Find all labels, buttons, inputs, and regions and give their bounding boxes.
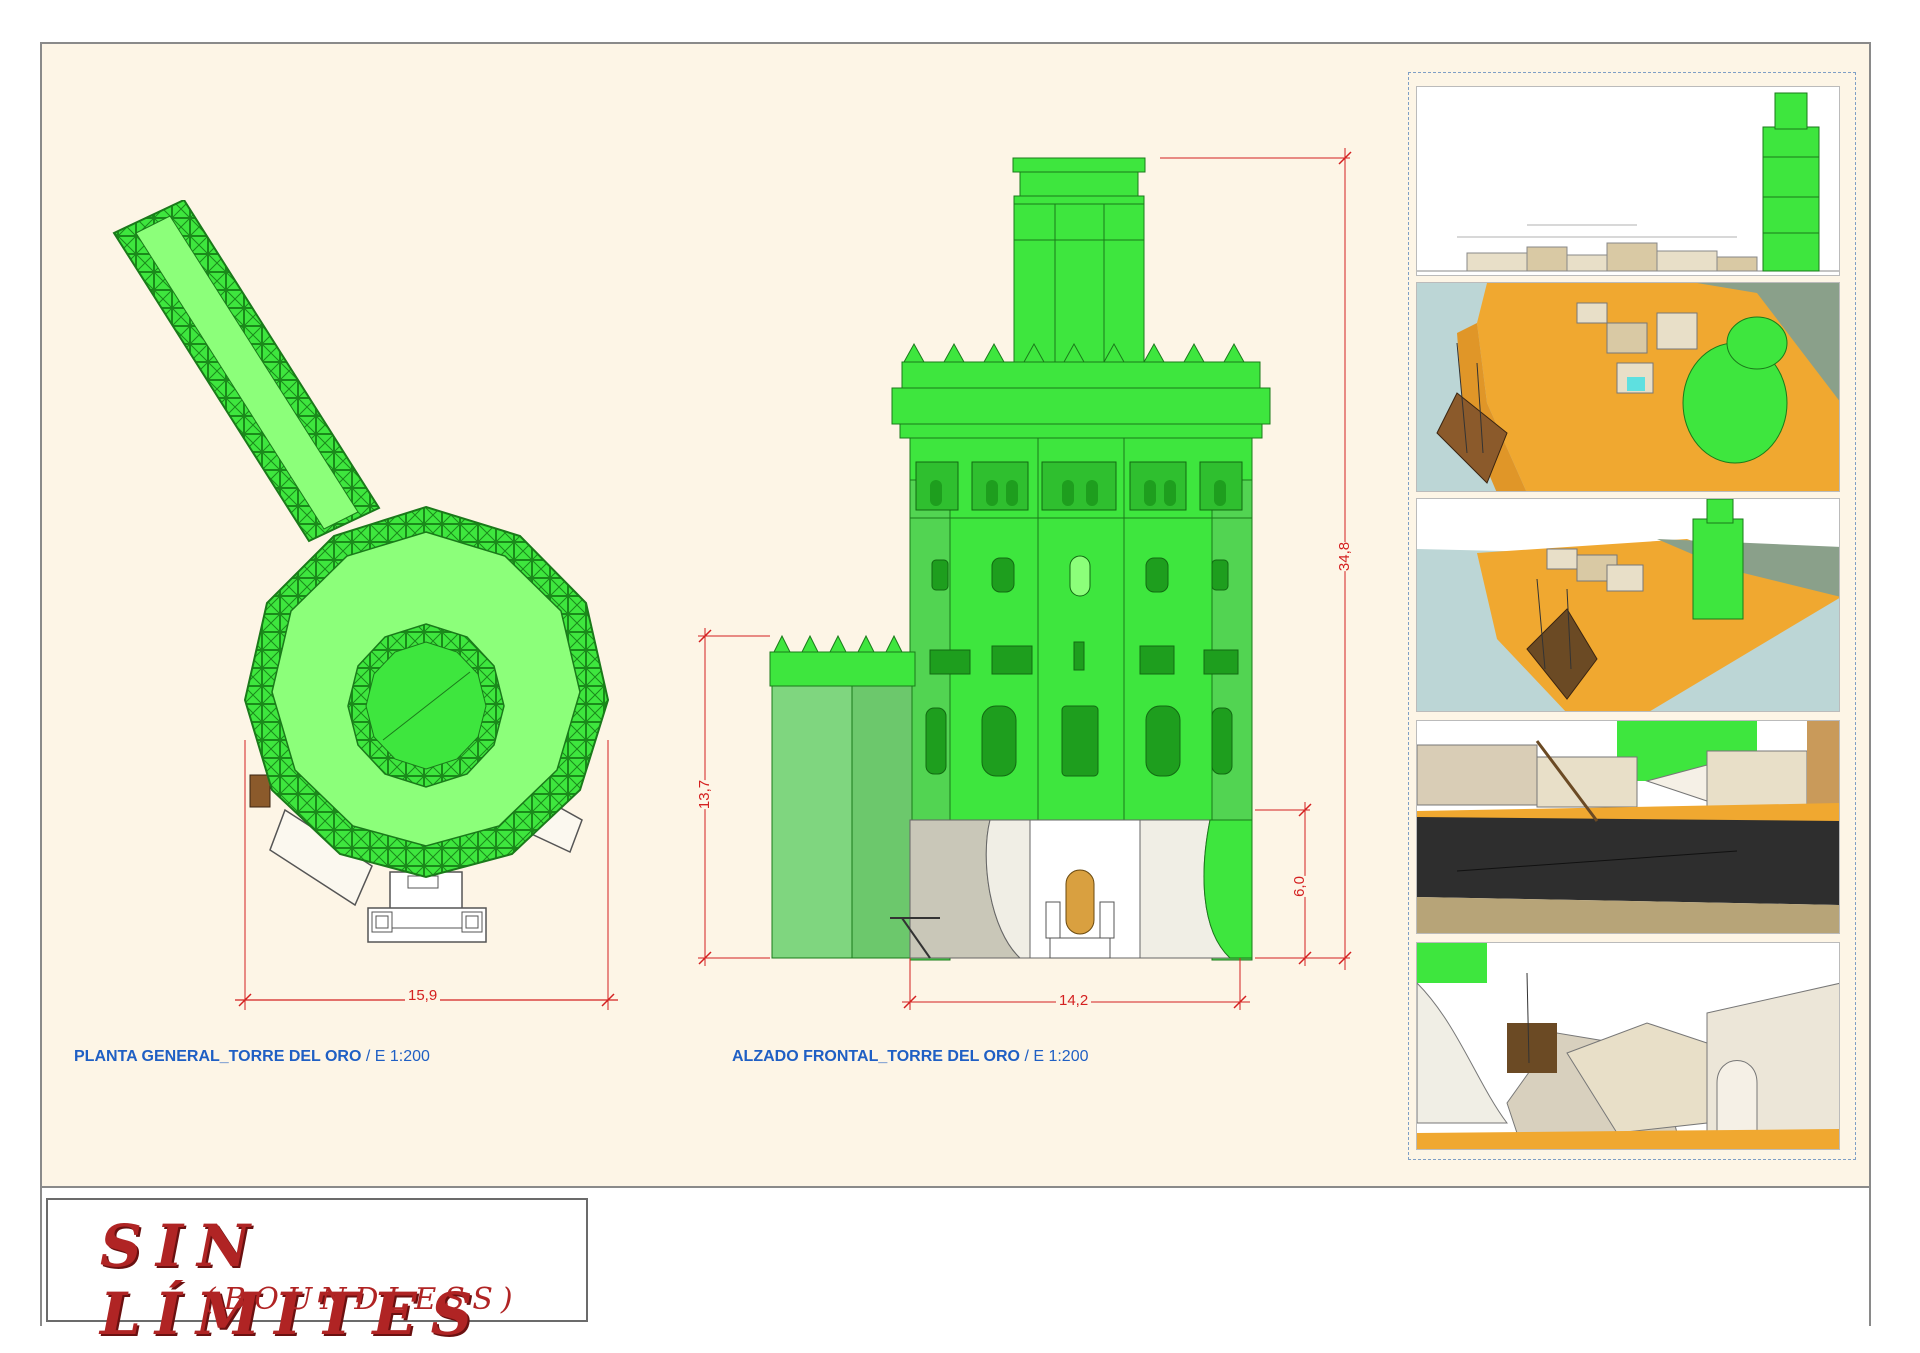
logo-subtitle: (BOUNDLESS): [204, 1282, 521, 1317]
plan-caption-scale: / E 1:200: [361, 1048, 430, 1065]
elevation-dim-width-label: 14,2: [1056, 992, 1092, 1009]
plan-wall-arm: [112, 200, 381, 543]
elevation-view-drawing: [698, 148, 1352, 1010]
plan-view-drawing: [112, 200, 618, 1010]
plan-caption: PLANTA GENERAL_TORRE DEL ORO / E 1:200: [74, 1048, 430, 1066]
elevation-caption-title: ALZADO FRONTAL_TORRE DEL ORO: [732, 1048, 1020, 1065]
logo-title: SIN LÍMITES: [100, 1212, 487, 1348]
render-thumbnail-3: [1416, 498, 1840, 712]
elevation-dim-base-label: 6,0: [1290, 876, 1308, 897]
render-thumbnail-2: [1416, 282, 1840, 492]
title-block: SIN LÍMITES (BOUNDLESS): [42, 1186, 1869, 1348]
render-thumbnail-1: [1416, 86, 1840, 276]
plan-caption-title: PLANTA GENERAL_TORRE DEL ORO: [74, 1048, 362, 1065]
elevation-caption: ALZADO FRONTAL_TORRE DEL ORO / E 1:200: [732, 1048, 1089, 1066]
elevation-base: [890, 819, 1253, 959]
elevation-caption-scale: / E 1:200: [1020, 1048, 1089, 1065]
elevation-turret: [1012, 157, 1146, 365]
elevation-battlements-upper: [891, 342, 1271, 439]
elevation-dim-wall-label: 13,7: [696, 779, 714, 810]
elevation-side-wall: [769, 634, 916, 959]
logo: SIN LÍMITES (BOUNDLESS): [46, 1198, 588, 1348]
elevation-dim-total-label: 34,8: [1336, 541, 1354, 572]
render-thumbnail-5: [1416, 942, 1840, 1150]
render-thumbnail-4: [1416, 720, 1840, 934]
plan-dimension-width-label: 15,9: [405, 987, 441, 1004]
